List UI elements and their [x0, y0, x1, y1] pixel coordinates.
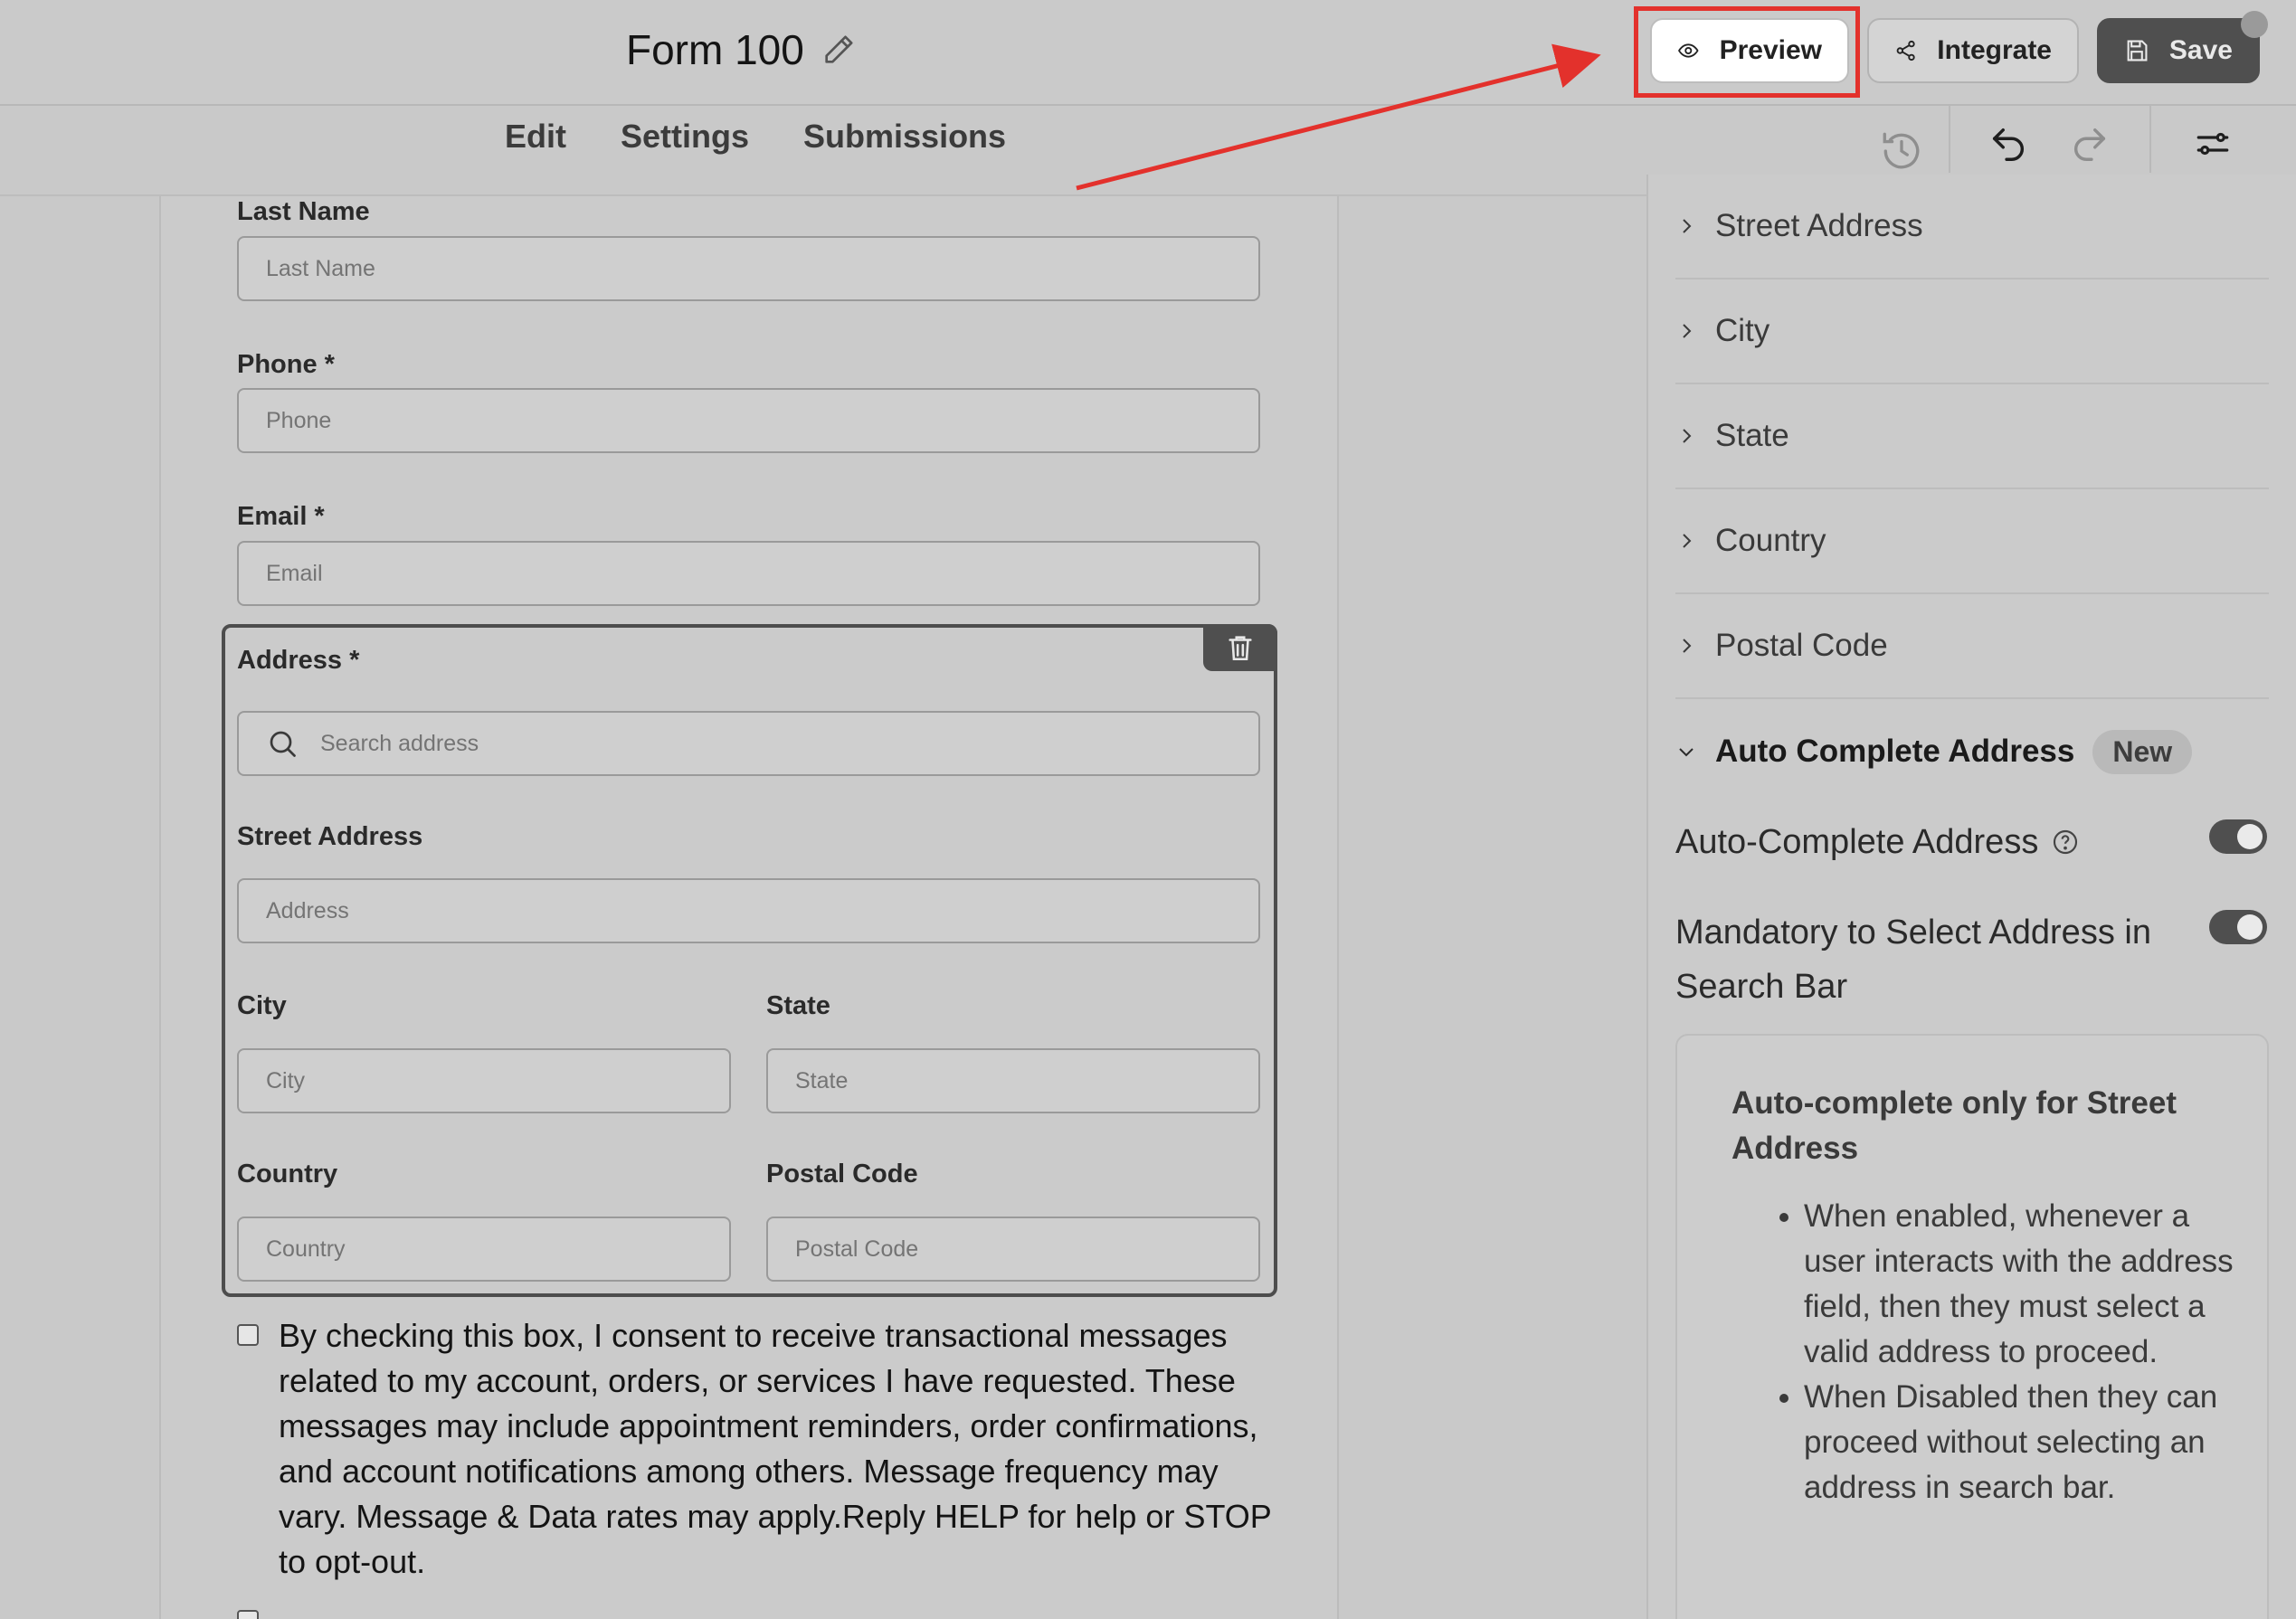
accordion-postal-code[interactable]: Postal Code	[1675, 594, 2269, 699]
save-button[interactable]: Save	[2097, 18, 2260, 83]
address-search-input[interactable]: Search address	[237, 711, 1260, 776]
auto-complete-option: Auto-Complete Address	[1675, 815, 2080, 869]
second-checkbox[interactable]	[237, 1610, 259, 1619]
save-label: Save	[2168, 35, 2233, 65]
accordion-street-address[interactable]: Street Address	[1675, 175, 2269, 279]
status-dot	[2241, 11, 2268, 38]
share-icon	[1896, 40, 1915, 62]
street-address-input[interactable]: Address	[237, 878, 1260, 943]
state-input[interactable]: State	[766, 1048, 1260, 1113]
email-label: Email *	[237, 502, 325, 531]
street-address-label: Street Address	[237, 822, 423, 851]
accordion-label: Street Address	[1715, 208, 1923, 243]
consent-checkbox[interactable]	[237, 1324, 259, 1346]
accordion-label: Country	[1715, 523, 1826, 558]
tab-submissions[interactable]: Submissions	[803, 118, 1006, 156]
info-bullet: When enabled, whenever a user interacts …	[1804, 1194, 2238, 1375]
city-input[interactable]: City	[237, 1048, 731, 1113]
accordion-label: Auto Complete Address	[1715, 734, 2075, 769]
country-label: Country	[237, 1160, 338, 1188]
accordion-label: Postal Code	[1715, 628, 1888, 663]
sliders-icon[interactable]	[2186, 117, 2240, 171]
redo-icon[interactable]	[2063, 117, 2117, 171]
new-badge: New	[2092, 729, 2193, 774]
country-input[interactable]: Country	[237, 1217, 731, 1282]
accordion-city[interactable]: City	[1675, 279, 2269, 384]
chevron-right-icon	[1683, 429, 1692, 443]
accordion-label: City	[1715, 313, 1770, 348]
tab-settings[interactable]: Settings	[621, 118, 749, 156]
email-input[interactable]: Email	[237, 541, 1260, 606]
trash-icon	[1229, 636, 1252, 661]
postal-code-input[interactable]: Postal Code	[766, 1217, 1260, 1282]
chevron-right-icon	[1683, 534, 1692, 548]
state-label: State	[766, 991, 830, 1020]
preview-highlight-box	[1634, 6, 1860, 98]
postal-code-label: Postal Code	[766, 1160, 918, 1188]
integrate-button[interactable]: Integrate	[1867, 18, 2079, 83]
field-settings-panel: Street Address City State Country Postal…	[1646, 175, 2296, 1619]
phone-input[interactable]: Phone	[237, 388, 1260, 453]
integrate-label: Integrate	[1937, 35, 2052, 65]
divider	[1949, 106, 1950, 173]
chevron-right-icon	[1683, 639, 1692, 653]
floppy-icon	[2127, 40, 2148, 62]
mandatory-label-line1: Mandatory to Select Address in	[1675, 914, 2151, 952]
mandatory-select-toggle[interactable]	[2209, 910, 2267, 944]
info-list: When enabled, whenever a user interacts …	[1804, 1194, 2238, 1510]
chevron-right-icon	[1683, 219, 1692, 233]
tab-bar: Edit Settings Submissions	[505, 118, 1006, 156]
undo-icon[interactable]	[1981, 117, 2035, 171]
info-box: Auto-complete only for Street Address Wh…	[1675, 1034, 2269, 1619]
divider	[2149, 106, 2151, 173]
last-name-label: Last Name	[237, 197, 370, 226]
history-icon[interactable]	[1874, 124, 1929, 178]
address-label: Address *	[237, 646, 360, 675]
chevron-down-icon	[1679, 748, 1694, 757]
city-label: City	[237, 991, 287, 1020]
search-icon	[270, 731, 296, 757]
consent-text: By checking this box, I consent to recei…	[279, 1317, 1272, 1580]
last-name-input[interactable]: Last Name	[237, 236, 1260, 301]
accordion-auto-complete[interactable]: Auto Complete Address New	[1675, 699, 2269, 804]
help-icon[interactable]	[2051, 828, 2080, 857]
form-title-text: Form 100	[626, 26, 804, 73]
mandatory-label-line2: Search Bar	[1675, 968, 1848, 1006]
pencil-icon[interactable]	[821, 32, 857, 68]
auto-complete-option-label: Auto-Complete Address	[1675, 823, 2039, 861]
chevron-right-icon	[1683, 324, 1692, 338]
accordion-country[interactable]: Country	[1675, 489, 2269, 594]
phone-label: Phone *	[237, 350, 335, 379]
top-header: Form 100 Preview Integrate Save	[0, 0, 2296, 106]
info-bullet: When Disabled then they can proceed with…	[1804, 1375, 2238, 1510]
delete-field-button[interactable]	[1203, 624, 1277, 671]
info-title: Auto-complete only for Street Address	[1731, 1085, 2177, 1166]
form-title[interactable]: Form 100	[626, 25, 857, 74]
tab-edit[interactable]: Edit	[505, 118, 566, 156]
mandatory-select-option: Mandatory to Select Address in Search Ba…	[1675, 905, 2151, 1014]
address-search-placeholder: Search address	[320, 730, 479, 756]
auto-complete-toggle[interactable]	[2209, 819, 2267, 854]
accordion-state[interactable]: State	[1675, 384, 2269, 489]
accordion-label: State	[1715, 418, 1789, 453]
